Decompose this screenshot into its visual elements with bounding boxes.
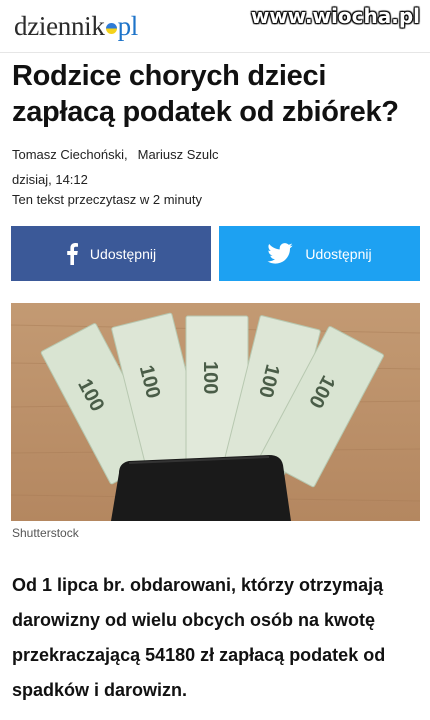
site-logo[interactable]: dziennik pl: [14, 11, 138, 41]
twitter-icon: [267, 243, 294, 264]
article-headline: Rodzice chorych dzieci zapłacą podatek o…: [12, 60, 399, 128]
banknotes-wallet-illustration: 100 100 100 100 100: [11, 303, 420, 521]
facebook-icon: [66, 242, 78, 265]
article-authors: Tomasz Ciechoński, Mariusz Szulc: [12, 147, 219, 162]
site-header: dziennik pl www.wiocha.pl: [0, 0, 430, 53]
logo-flag-dot-icon: [105, 23, 117, 34]
facebook-share-button[interactable]: Udostępnij: [11, 226, 211, 281]
logo-suffix: pl: [117, 11, 139, 41]
twitter-share-label: Udostępnij: [305, 245, 372, 262]
image-caption: Shutterstock: [12, 526, 79, 540]
article-lead: Od 1 lipca br. obdarowani, którzy otrzym…: [12, 575, 386, 700]
article-image[interactable]: 100 100 100 100 100: [11, 303, 420, 521]
article-read-time: Ten tekst przeczytasz w 2 minuty: [12, 192, 203, 207]
banknote-label: 100: [199, 361, 221, 394]
article-date: dzisiaj, 14:12: [12, 172, 88, 187]
twitter-share-button[interactable]: Udostępnij: [219, 226, 420, 281]
facebook-share-label: Udostępnij: [89, 245, 157, 262]
author-link[interactable]: Tomasz Ciechoński,: [12, 147, 128, 162]
watermark: www.wiocha.pl: [250, 4, 420, 28]
logo-text: dziennik: [14, 11, 105, 41]
author-link[interactable]: Mariusz Szulc: [138, 147, 219, 162]
